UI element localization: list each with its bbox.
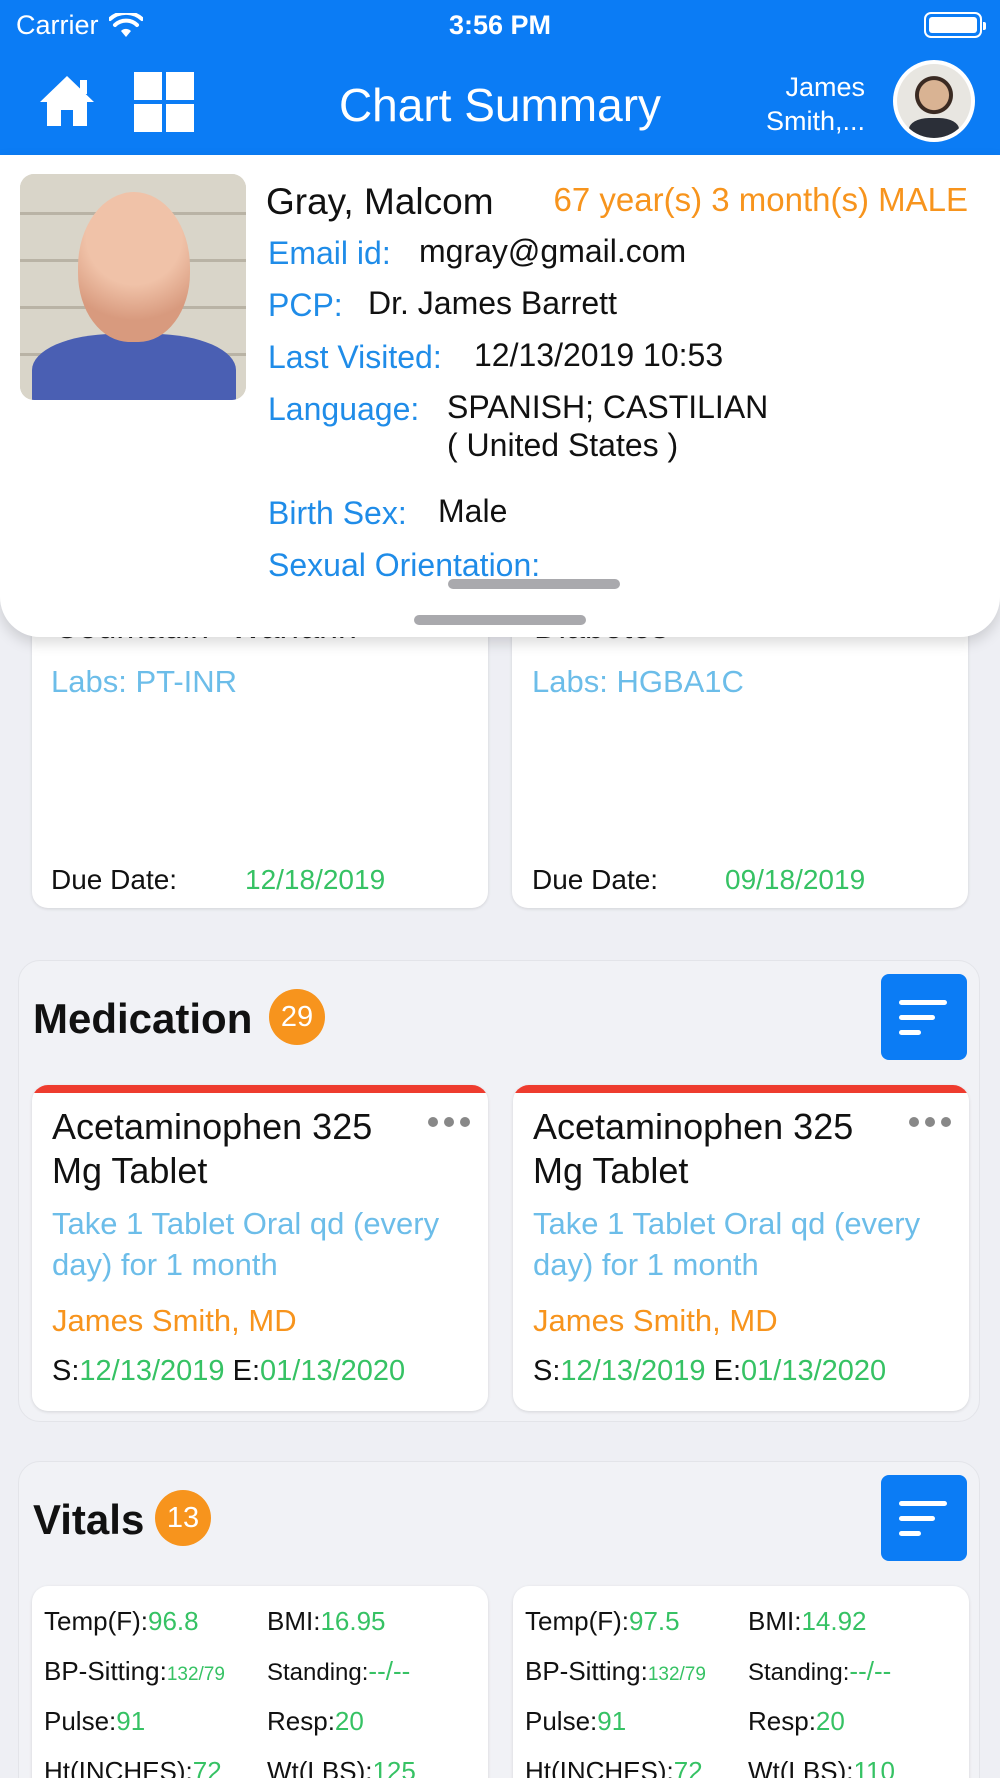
medication-section: Medication 29 Acetaminophen 325 Mg Table… bbox=[18, 960, 980, 1422]
vitals-card[interactable]: Temp(F):96.8 BMI:16.95 BP-Sitting:132/79… bbox=[32, 1586, 488, 1778]
due-date-value: 12/18/2019 bbox=[245, 864, 386, 895]
app-header: Carrier 3:56 PM Chart Summary James Smit… bbox=[0, 0, 1000, 155]
due-date-value: 09/18/2019 bbox=[725, 864, 866, 895]
start-date: 12/13/2019 bbox=[79, 1355, 225, 1387]
medication-name: Acetaminophen 325 Mg Tablet bbox=[52, 1106, 373, 1191]
birth-sex-label: Birth Sex: bbox=[268, 495, 407, 531]
medication-prescriber: James Smith, MD bbox=[52, 1303, 297, 1338]
vital-temp: Temp(F):97.5 bbox=[525, 1606, 680, 1636]
vital-pulse: Pulse:91 bbox=[44, 1706, 146, 1736]
due-date-label: Due Date: bbox=[51, 864, 178, 895]
vital-weight: Wt(LBS):125 bbox=[267, 1756, 416, 1778]
last-visited-label: Last Visited: bbox=[268, 339, 442, 375]
medication-title: Medication bbox=[33, 995, 253, 1042]
medication-card[interactable]: Acetaminophen 325 Mg Tablet Take 1 Table… bbox=[513, 1085, 969, 1411]
vital-bp-sitting: BP-Sitting:132/79 bbox=[44, 1656, 225, 1686]
vital-resp: Resp:20 bbox=[267, 1706, 364, 1736]
vital-resp: Resp:20 bbox=[748, 1706, 845, 1736]
vital-weight: Wt(LBS):110 bbox=[748, 1756, 895, 1778]
email-label: Email id: bbox=[268, 235, 391, 271]
language-label: Language: bbox=[268, 391, 420, 427]
vitals-section: Vitals 13 Temp(F):96.8 BMI:16.95 BP-Sitt… bbox=[18, 1461, 980, 1778]
vital-temp: Temp(F):96.8 bbox=[44, 1606, 199, 1636]
medication-count-badge: 29 bbox=[269, 989, 325, 1045]
vital-bmi: BMI:16.95 bbox=[267, 1606, 386, 1636]
due-date-label: Due Date: bbox=[532, 864, 659, 895]
sort-icon bbox=[899, 1501, 947, 1506]
user-avatar[interactable] bbox=[893, 60, 975, 142]
status-bar bbox=[513, 1085, 969, 1093]
medication-prescriber: James Smith, MD bbox=[533, 1303, 778, 1338]
medication-card[interactable]: Acetaminophen 325 Mg Tablet Take 1 Table… bbox=[32, 1085, 488, 1411]
medication-dates: S:12/13/2019 E:01/13/2020 bbox=[52, 1355, 406, 1387]
medication-sig: Take 1 Tablet Oral qd (every day) for 1 … bbox=[52, 1206, 440, 1282]
vitals-title: Vitals bbox=[33, 1496, 145, 1543]
medication-sort-button[interactable] bbox=[881, 974, 967, 1060]
user-name[interactable]: James Smith,... bbox=[695, 70, 865, 138]
care-card-labs: Labs: PT-INR bbox=[51, 664, 238, 699]
vital-height: Ht(INCHES):72 bbox=[44, 1756, 222, 1778]
email-value: mgray@gmail.com bbox=[419, 233, 687, 269]
patient-age-sex: 67 year(s) 3 month(s) MALE bbox=[553, 181, 968, 218]
status-bar bbox=[32, 1085, 488, 1093]
vitals-sort-button[interactable] bbox=[881, 1475, 967, 1561]
vital-bmi: BMI:14.92 bbox=[748, 1606, 867, 1636]
vital-pulse: Pulse:91 bbox=[525, 1706, 627, 1736]
language-value: SPANISH; CASTILIAN ( United States ) bbox=[447, 389, 769, 463]
battery-icon bbox=[924, 12, 986, 38]
birth-sex-value: Male bbox=[438, 493, 508, 529]
pcp-label: PCP: bbox=[268, 287, 343, 323]
vital-standing: Standing:--/-- bbox=[267, 1656, 411, 1686]
start-date: 12/13/2019 bbox=[560, 1355, 706, 1387]
vitals-count-badge: 13 bbox=[155, 1490, 211, 1546]
medication-name: Acetaminophen 325 Mg Tablet bbox=[533, 1106, 854, 1191]
vital-bp-sitting: BP-Sitting:132/79 bbox=[525, 1656, 706, 1686]
care-card[interactable]: Diabetes bbox=[512, 600, 968, 908]
pcp-value: Dr. James Barrett bbox=[368, 285, 617, 321]
medication-sig: Take 1 Tablet Oral qd (every day) for 1 … bbox=[533, 1206, 921, 1282]
sheet-drag-handle[interactable] bbox=[448, 579, 620, 589]
medication-dates: S:12/13/2019 E:01/13/2020 bbox=[533, 1355, 887, 1387]
care-card-labs: Labs: HGBA1C bbox=[532, 664, 744, 699]
more-options-icon[interactable] bbox=[909, 1117, 951, 1127]
more-options-icon[interactable] bbox=[428, 1117, 470, 1127]
care-card[interactable]: Coumadin- Warfarin bbox=[32, 600, 488, 908]
last-visited-value: 12/13/2019 10:53 bbox=[474, 337, 724, 373]
vitals-card[interactable]: Temp(F):97.5 BMI:14.92 BP-Sitting:132/79… bbox=[513, 1586, 969, 1778]
vital-height: Ht(INCHES):72 bbox=[525, 1756, 703, 1778]
status-time: 3:56 PM bbox=[448, 10, 552, 40]
sheet-drag-handle[interactable] bbox=[414, 615, 586, 625]
patient-photo bbox=[20, 174, 246, 400]
sort-icon bbox=[899, 1000, 947, 1005]
end-date: 01/13/2020 bbox=[260, 1355, 406, 1387]
patient-info-sheet: Gray, Malcom 67 year(s) 3 month(s) MALE … bbox=[0, 155, 1000, 637]
status-bar: Carrier 3:56 PM bbox=[0, 0, 1000, 50]
patient-name: Gray, Malcom bbox=[266, 181, 494, 222]
vital-standing: Standing:--/-- bbox=[748, 1656, 892, 1686]
end-date: 01/13/2020 bbox=[741, 1355, 887, 1387]
